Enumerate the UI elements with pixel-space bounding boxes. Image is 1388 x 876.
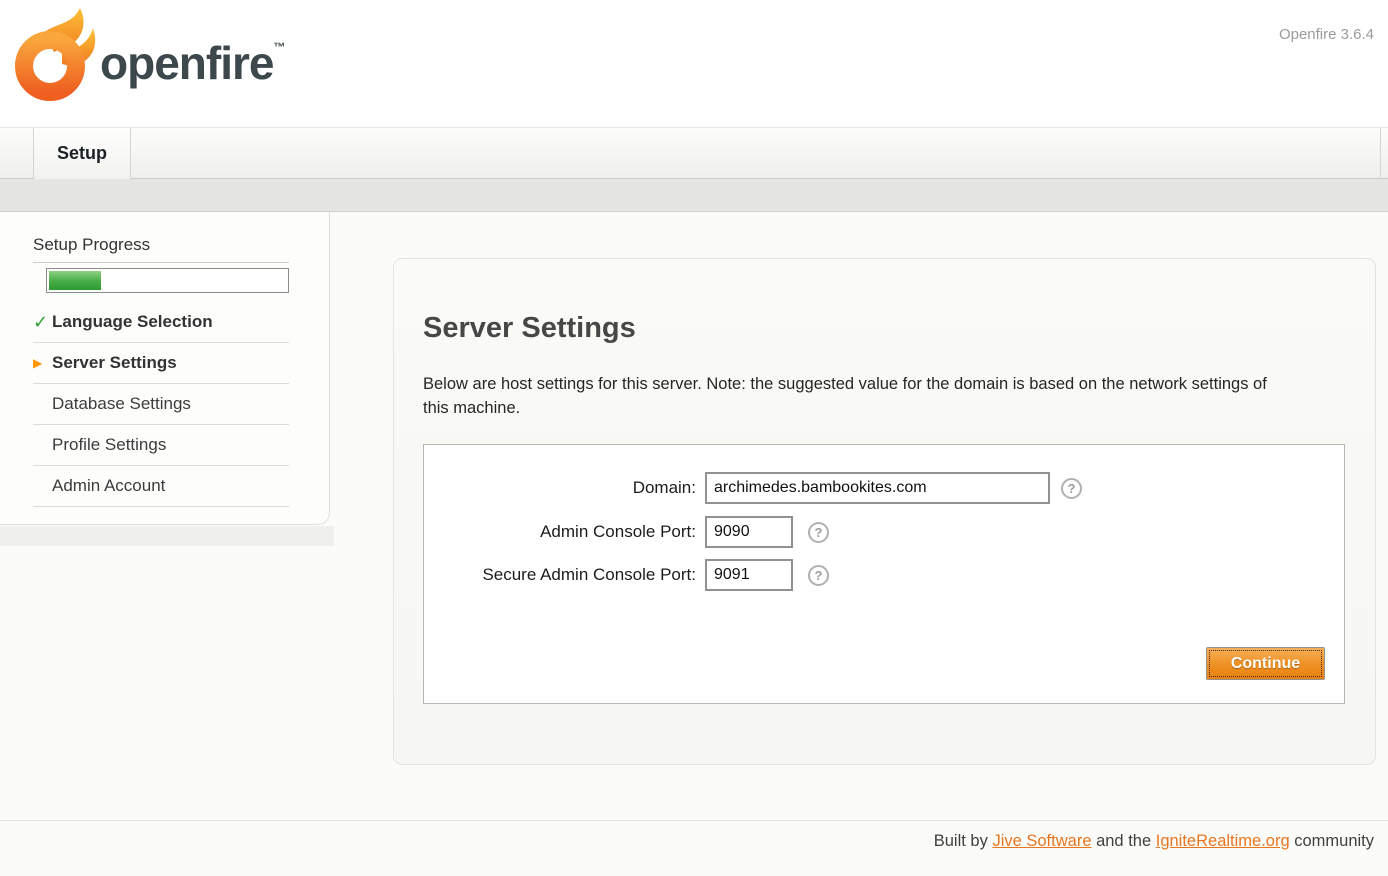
link-igniterealtime[interactable]: IgniteRealtime.org [1156, 832, 1290, 850]
footer: Built by Jive Software and the IgniteRea… [934, 832, 1374, 851]
brand-wordmark: openfire™ [100, 36, 285, 90]
footer-text: community [1290, 832, 1374, 850]
server-settings-form: Domain: ? Admin Console Port: ? Secure A… [423, 444, 1345, 704]
sidebar-shadow [0, 526, 334, 546]
arrow-right-icon: ▶ [33, 356, 52, 370]
admin-port-input[interactable] [705, 516, 793, 548]
tab-setup[interactable]: Setup [33, 128, 131, 179]
setup-progress-sidebar: Setup Progress ✓ Language Selection ▶ Se… [0, 212, 330, 525]
sidebar-item-database-settings: Database Settings [33, 384, 289, 425]
sidebar-item-server-settings: ▶ Server Settings [33, 343, 289, 384]
secure-port-field-label: Secure Admin Console Port: [424, 559, 696, 591]
footer-divider [0, 820, 1388, 821]
footer-text: Built by [934, 832, 993, 850]
openfire-logo-icon [12, 6, 104, 104]
sidebar-item-label: Database Settings [52, 394, 191, 414]
tabbar-divider [1380, 128, 1381, 179]
admin-port-help-icon[interactable]: ? [808, 522, 829, 543]
secure-port-help-icon[interactable]: ? [808, 565, 829, 586]
footer-text: and the [1092, 832, 1156, 850]
link-jive-software[interactable]: Jive Software [992, 832, 1091, 850]
sidebar-item-label: Language Selection [52, 312, 213, 332]
sidebar-item-admin-account: Admin Account [33, 466, 289, 507]
header: openfire™ Openfire 3.6.4 [0, 0, 1388, 127]
setup-steps-list: ✓ Language Selection ▶ Server Settings D… [33, 302, 289, 507]
page-description: Below are host settings for this server.… [423, 373, 1288, 421]
page-title: Server Settings [423, 312, 636, 345]
check-icon: ✓ [33, 312, 52, 333]
admin-port-field-label: Admin Console Port: [424, 516, 696, 548]
domain-input[interactable] [705, 472, 1050, 504]
progress-bar [46, 268, 289, 293]
progress-fill [49, 271, 101, 290]
sidebar-item-profile-settings: Profile Settings [33, 425, 289, 466]
secure-port-input[interactable] [705, 559, 793, 591]
sidebar-item-label: Profile Settings [52, 435, 166, 455]
nav-tabs-bar: Setup [0, 127, 1388, 179]
version-label: Openfire 3.6.4 [1279, 26, 1374, 43]
main-panel: Server Settings Below are host settings … [393, 258, 1376, 765]
trademark-symbol: ™ [273, 40, 285, 54]
subnav-band [0, 179, 1388, 212]
sidebar-item-language-selection: ✓ Language Selection [33, 302, 289, 343]
domain-field-label: Domain: [424, 472, 696, 504]
divider [33, 262, 289, 263]
setup-progress-title: Setup Progress [33, 235, 150, 255]
domain-help-icon[interactable]: ? [1061, 478, 1082, 499]
sidebar-item-label: Server Settings [52, 353, 177, 373]
continue-button[interactable]: Continue [1206, 647, 1325, 680]
sidebar-item-label: Admin Account [52, 476, 165, 496]
